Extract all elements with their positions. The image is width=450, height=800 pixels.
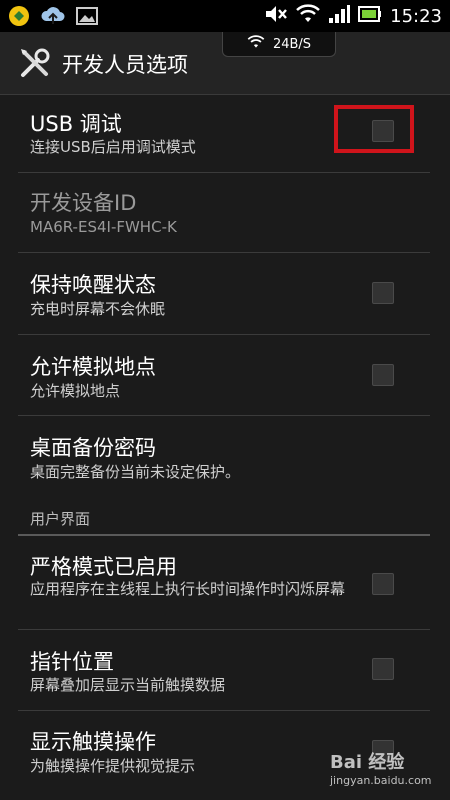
item-title: 保持唤醒状态 [30, 273, 156, 297]
item-title: 指针位置 [30, 650, 114, 674]
strict-mode-checkbox[interactable] [372, 573, 394, 595]
app-notification-icon [8, 5, 30, 31]
list-item-strict-mode[interactable]: 严格模式已启用 应用程序在主线程上执行长时间操作时闪烁屏幕 [0, 536, 450, 629]
item-subtitle: MA6R-ES4I-FWHC-K [30, 218, 177, 236]
item-title: 开发设备ID [30, 191, 137, 215]
item-subtitle: 屏幕叠加层显示当前触摸数据 [30, 676, 226, 694]
item-title: 显示触摸操作 [30, 730, 156, 754]
clock: 15:23 [390, 5, 442, 27]
image-icon [76, 6, 98, 30]
wifi-icon [247, 35, 265, 53]
item-title: USB 调试 [30, 112, 122, 136]
battery-icon [358, 4, 382, 28]
mute-icon [264, 3, 288, 29]
cloud-upload-icon [40, 5, 66, 31]
watermark-url: jingyan.baidu.com [330, 774, 432, 787]
mock-location-checkbox[interactable] [372, 364, 394, 386]
net-speed-indicator: 24B/S [222, 32, 336, 57]
status-left [8, 5, 98, 31]
highlight-box [334, 105, 414, 153]
status-right: 15:23 [264, 0, 442, 32]
item-subtitle: 为触摸操作提供视觉提示 [30, 757, 196, 775]
wifi-icon [296, 4, 320, 28]
page-title: 开发人员选项 [62, 53, 188, 77]
pointer-location-checkbox[interactable] [372, 658, 394, 680]
item-subtitle: 充电时屏幕不会休眠 [30, 300, 166, 318]
tools-icon[interactable] [18, 46, 52, 80]
section-header-ui: 用户界面 [30, 510, 91, 528]
baidu-watermark: Bai 经验 jingyan.baidu.com [330, 748, 432, 787]
item-subtitle: 桌面完整备份当前未设定保护。 [30, 463, 241, 481]
list-item-pointer-location[interactable]: 指针位置 屏幕叠加层显示当前触摸数据 [0, 629, 450, 710]
item-subtitle: 允许模拟地点 [30, 382, 121, 400]
list-item-mock-location[interactable]: 允许模拟地点 允许模拟地点 [0, 334, 450, 414]
watermark-brand: Bai 经验 [330, 752, 405, 773]
list-item-stay-awake[interactable]: 保持唤醒状态 充电时屏幕不会休眠 [0, 252, 450, 332]
item-title: 桌面备份密码 [30, 436, 156, 460]
item-title: 允许模拟地点 [30, 355, 156, 379]
status-bar: 15:23 [0, 0, 450, 32]
signal-icon [328, 4, 351, 28]
net-speed-text: 24B/S [272, 36, 312, 52]
item-title: 严格模式已启用 [30, 555, 177, 579]
list-item-device-id: 开发设备ID MA6R-ES4I-FWHC-K [0, 172, 450, 252]
list-item-backup-password[interactable]: 桌面备份密码 桌面完整备份当前未设定保护。 [0, 415, 450, 493]
item-subtitle: 连接USB后启用调试模式 [30, 138, 196, 156]
stay-awake-checkbox[interactable] [372, 282, 394, 304]
item-subtitle: 应用程序在主线程上执行长时间操作时闪烁屏幕 [30, 580, 346, 598]
